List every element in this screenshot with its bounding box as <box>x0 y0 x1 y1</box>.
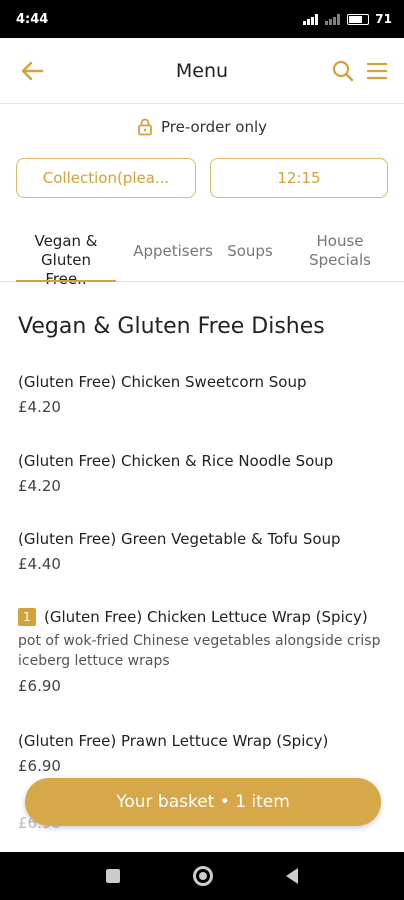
recents-icon[interactable] <box>106 869 121 883</box>
system-nav-bar <box>0 852 404 900</box>
tab-appetisers[interactable]: Appetisers <box>128 242 218 261</box>
tab-house-specials[interactable]: House Specials <box>296 232 384 270</box>
item-name: (Gluten Free) Green Vegetable & Tofu Sou… <box>18 530 341 548</box>
status-time: 4:44 <box>16 11 49 27</box>
tab-label-line2: Specials <box>309 251 371 269</box>
item-name: (Gluten Free) Chicken Lettuce Wrap (Spic… <box>44 608 368 626</box>
item-price: £4.40 <box>18 555 61 573</box>
item-price: £6.90 <box>18 757 61 775</box>
tab-label: Soups <box>227 242 273 260</box>
item-name: (Gluten Free) Chicken & Rice Noodle Soup <box>18 452 334 470</box>
status-icons: 71 <box>303 12 392 26</box>
status-bar: 4:44 71 <box>0 0 404 38</box>
category-tabs: Vegan & Gluten Free.. Appetisers Soups H… <box>0 228 404 288</box>
item-name: (Gluten Free) Prawn Lettuce Wrap (Spicy) <box>18 732 329 750</box>
tab-label-line2: Gluten Free.. <box>41 251 91 288</box>
app-header: Menu <box>0 38 404 104</box>
home-icon[interactable] <box>192 866 213 886</box>
menu-item[interactable]: (Gluten Free) Green Vegetable & Tofu Sou… <box>18 529 388 573</box>
battery-level: 71 <box>375 12 392 26</box>
page-title: Menu <box>175 59 229 82</box>
hamburger-menu-icon[interactable] <box>366 60 388 82</box>
active-tab-indicator <box>16 280 116 282</box>
tab-label-line1: Vegan & <box>34 232 98 250</box>
item-price: £4.20 <box>18 477 61 495</box>
search-icon[interactable] <box>330 58 356 84</box>
back-arrow-icon[interactable] <box>18 58 46 84</box>
preorder-text: Pre-order only <box>160 118 268 136</box>
time-label: 12:15 <box>277 169 321 187</box>
section-title: Vegan & Gluten Free Dishes <box>18 314 325 339</box>
item-name: (Gluten Free) Chicken Sweetcorn Soup <box>18 373 307 391</box>
preorder-notice: Pre-order only <box>0 118 404 136</box>
signal-icon <box>303 13 319 25</box>
menu-item[interactable]: 1 (Gluten Free) Chicken Lettuce Wrap (Spi… <box>18 607 388 695</box>
item-price: £6.90 <box>18 677 61 695</box>
basket-button[interactable]: Your basket • 1 item <box>25 778 381 826</box>
item-name-row: 1 (Gluten Free) Chicken Lettuce Wrap (Spi… <box>18 607 388 627</box>
back-icon[interactable] <box>285 868 298 884</box>
basket-label: Your basket • 1 item <box>116 792 290 812</box>
tab-label: Appetisers <box>133 242 213 260</box>
time-selector[interactable]: 12:15 <box>210 158 388 198</box>
menu-item[interactable]: (Gluten Free) Prawn Lettuce Wrap (Spicy)… <box>18 731 388 775</box>
lock-icon <box>138 118 152 136</box>
menu-item[interactable]: (Gluten Free) Chicken Sweetcorn Soup £4.… <box>18 372 388 416</box>
collection-label: Collection(plea... <box>42 169 170 187</box>
tab-soups[interactable]: Soups <box>222 242 278 261</box>
tab-label-line1: House <box>316 232 364 250</box>
quantity-badge: 1 <box>18 608 36 626</box>
item-price: £4.20 <box>18 398 61 416</box>
menu-item[interactable]: (Gluten Free) Chicken & Rice Noodle Soup… <box>18 451 388 495</box>
signal-icon-2 <box>325 13 341 25</box>
collection-selector[interactable]: Collection(plea... <box>16 158 196 198</box>
battery-icon <box>347 13 370 25</box>
item-description: pot of wok-fried Chinese vegetables alon… <box>18 633 381 669</box>
